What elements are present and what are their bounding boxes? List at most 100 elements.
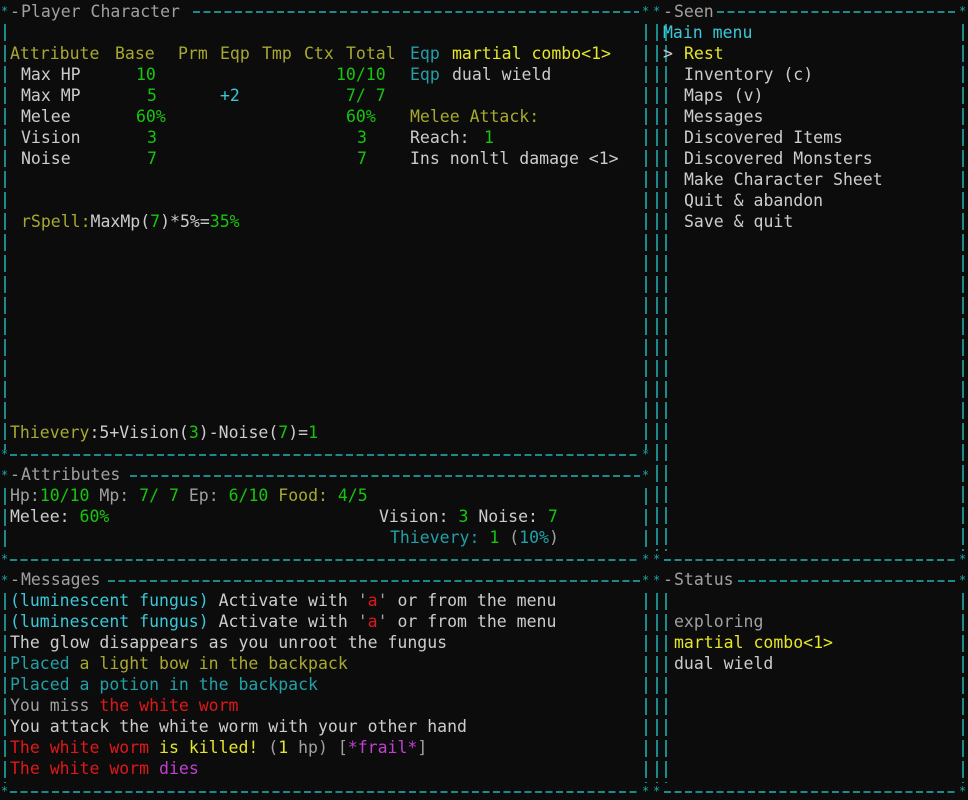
divider xyxy=(717,11,957,13)
vision-value: 3 xyxy=(188,423,199,442)
message-segment: 1 xyxy=(278,738,289,757)
divider xyxy=(4,593,6,783)
eqp-item: martial combo<1> xyxy=(452,44,611,63)
thievery-formula: Thievery:5+Vision(3)-Noise(7)=1 xyxy=(10,422,318,443)
corner-mark: * xyxy=(1,468,9,482)
corner-mark: * xyxy=(642,552,650,566)
divider xyxy=(962,593,964,783)
rspell-label: rSpell xyxy=(21,212,81,231)
row-total: 10/10 xyxy=(336,65,386,84)
panel-title-dash: - xyxy=(10,2,20,21)
corner-mark: * xyxy=(959,4,967,18)
panel-title: Seen xyxy=(674,2,714,21)
menu-title: Main menu xyxy=(663,23,753,42)
message-line: (luminescent fungus) Activate with 'a' o… xyxy=(10,590,556,611)
rspell-formula: rSpell:MaxMp(7)*5%=35% xyxy=(21,211,240,232)
rspell-expr: MaxMp( xyxy=(90,212,151,231)
message-segment: hp) [ xyxy=(288,738,348,757)
panel-title: Messages xyxy=(21,570,101,589)
status-item: martial combo<1> xyxy=(674,633,833,652)
message-segment: The glow disappears as you unroot the fu… xyxy=(10,633,448,652)
divider xyxy=(4,24,6,450)
paren: ( xyxy=(178,423,189,442)
hp-label: Hp: xyxy=(10,486,40,505)
menu-item-quit-abandon[interactable]: Quit & abandon xyxy=(684,190,823,211)
paren: ) xyxy=(548,528,559,547)
table-header: Attribute xyxy=(10,43,99,64)
vitals-line: Hp:10/10 Mp: 7/ 7 Ep: 6/10 Food: 4/5 xyxy=(10,485,368,506)
mp-value: 7/ 7 xyxy=(139,486,179,505)
message-segment: Activate with xyxy=(208,591,358,610)
panel-title: Status xyxy=(674,570,734,589)
panel-title-dash: - xyxy=(10,570,20,589)
corner-mark: * xyxy=(642,447,650,461)
panel-title-dash: - xyxy=(10,465,20,484)
paren: )= xyxy=(288,423,309,442)
row-base: 5 xyxy=(147,86,157,105)
message-segment: ' xyxy=(357,612,368,631)
rspell-expr: )*5%= xyxy=(160,212,210,231)
panel-title: Attributes xyxy=(21,465,121,484)
melee-attack-heading: Melee Attack: xyxy=(410,107,540,126)
vision-label: Vision: xyxy=(379,507,459,526)
divider xyxy=(664,791,957,793)
row-base: 3 xyxy=(147,128,157,147)
corner-mark: * xyxy=(653,4,661,18)
divider xyxy=(193,11,639,13)
divider xyxy=(645,593,647,783)
vision-noise-line: Vision: 3 Noise: 7 xyxy=(379,506,558,527)
corner-mark: * xyxy=(653,573,661,587)
food-value: 4/5 xyxy=(337,486,368,505)
menu-item-rest[interactable]: Rest xyxy=(684,43,724,64)
thievery-label: Thievery: xyxy=(390,528,490,547)
divider xyxy=(130,475,640,477)
row-base: 10 xyxy=(136,65,156,84)
vision-value: 3 xyxy=(458,507,469,526)
rspell-result: 35% xyxy=(209,212,240,231)
divider xyxy=(645,24,647,450)
menu-item-discovered-monsters[interactable]: Discovered Monsters xyxy=(684,148,873,169)
divider xyxy=(738,580,957,582)
message-line: The white worm is killed! (1 hp) [*frail… xyxy=(10,737,427,758)
divider xyxy=(645,488,647,551)
noise-value: 7 xyxy=(278,423,289,442)
eqp-prefix: Eqp xyxy=(410,44,440,63)
message-segment: Placed a potion in the backpack xyxy=(10,675,318,694)
message-line: You attack the white worm with your othe… xyxy=(10,716,467,737)
divider xyxy=(962,24,964,551)
corner-mark: * xyxy=(959,552,967,566)
divider xyxy=(664,559,957,561)
row-eqp: +2 xyxy=(220,86,240,105)
message-segment: or from the menu xyxy=(387,612,557,631)
divider xyxy=(4,488,6,551)
menu-item-save-quit[interactable]: Save & quit xyxy=(684,211,793,232)
message-segment: ' xyxy=(377,612,388,631)
corner-mark: * xyxy=(959,784,967,798)
menu-item-maps[interactable]: Maps (v) xyxy=(684,85,763,106)
menu-item-messages[interactable]: Messages xyxy=(684,106,763,127)
panel-title-dash: - xyxy=(663,570,673,589)
col-tmp: Tmp xyxy=(262,44,292,63)
menu-item-discovered-items[interactable]: Discovered Items xyxy=(684,127,843,148)
message-segment: ] xyxy=(417,738,428,757)
thievery-value: 1 xyxy=(489,528,500,547)
row-name: Melee xyxy=(21,107,71,126)
thievery-label: Thievery xyxy=(10,423,90,442)
melee-value: 60% xyxy=(79,507,110,526)
message-segment: Placed xyxy=(10,654,80,673)
row-name: Noise xyxy=(21,149,71,168)
eqp-prefix: Eqp xyxy=(410,65,440,84)
eqp-item: dual wield xyxy=(452,65,552,84)
rspell-sep: : xyxy=(80,212,91,231)
noise-value: 7 xyxy=(547,507,558,526)
message-line: The white worm dies xyxy=(10,758,199,779)
thievery-result: 1 xyxy=(308,423,319,442)
reach-label: Reach: xyxy=(410,128,480,147)
corner-mark: * xyxy=(642,4,650,18)
divider xyxy=(656,593,658,783)
menu-item-make-character-sheet[interactable]: Make Character Sheet xyxy=(684,169,883,190)
message-segment: ' xyxy=(357,591,368,610)
food-label: Food: xyxy=(268,486,338,505)
mp-label: Mp: xyxy=(89,486,140,505)
menu-item-inventory[interactable]: Inventory (c) xyxy=(684,64,813,85)
